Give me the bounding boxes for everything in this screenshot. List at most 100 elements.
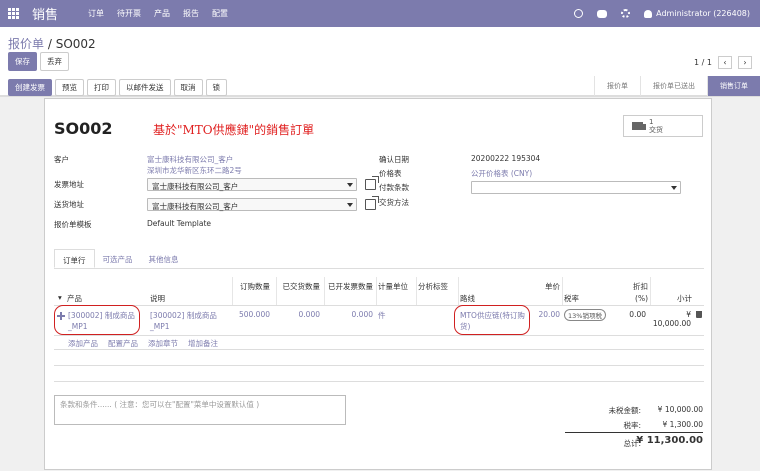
breadcrumb: 报价单 / SO002 [8,35,96,52]
col-delivered-qty[interactable]: 已交货数量 [274,281,321,292]
tab-order-lines[interactable]: 订单行 [54,249,95,268]
user-menu[interactable]: Administrator (226408) [644,9,750,18]
stage-quotation-sent[interactable]: 报价单已送出 [640,76,707,96]
chevron-down-icon [347,203,353,207]
row-description[interactable]: [300002] 制成商品_MP1 [150,310,220,332]
template-label: 报价单模板 [54,220,92,229]
untaxed-label: 未税金额: [608,406,641,415]
row-ordered-qty[interactable]: 500.000 [226,310,270,319]
col-discount[interactable]: 折扣 (%) [614,281,648,305]
col-uom[interactable]: 计量单位 [378,281,408,292]
col-subtotal[interactable]: 小计 [652,293,692,304]
totals-divider [565,432,703,433]
menu-to-invoice[interactable]: 待开票 [117,8,141,19]
stage-quotation[interactable]: 报价单 [594,76,640,96]
discard-button[interactable]: 丢弃 [40,52,69,71]
clock-icon[interactable] [574,9,584,18]
add-section-link[interactable]: 添加章节 [148,338,178,349]
row-discount[interactable]: 0.00 [614,310,646,319]
cancel-button[interactable]: 取消 [173,79,203,96]
menu-reporting[interactable]: 报告 [183,8,199,19]
annotation-highlight-route [454,305,530,335]
trash-icon[interactable] [696,311,702,318]
delivery-count: 1 [649,118,654,126]
menu-products[interactable]: 产品 [154,8,170,19]
template-value[interactable]: Default Template [147,219,211,228]
chat-icon[interactable] [597,9,608,18]
order-name: SO002 [54,119,113,138]
preview-button[interactable]: 预览 [55,79,84,96]
stage-bar: 报价单 报价单已送出 销售订单 [594,76,760,96]
breadcrumb-separator: / [47,37,52,51]
external-link-icon[interactable] [365,196,379,210]
col-divider [650,277,651,305]
save-button[interactable]: 保存 [8,52,37,71]
gear-icon[interactable] [621,9,631,18]
breadcrumb-parent[interactable]: 报价单 [8,37,44,51]
col-description[interactable]: 说明 [150,293,165,304]
invoice-address-label: 发票地址 [54,180,84,189]
terms-note-field[interactable]: 条款和条件...... ( 注意：您可以在"配置"菜单中设置默认值 ) [54,395,346,425]
col-divider [324,277,325,305]
row-divider [54,335,704,336]
customer-value[interactable]: 富士康科技有限公司_客户 [147,154,233,165]
create-invoice-button[interactable]: 创建发票 [8,79,52,96]
lock-button[interactable]: 锁 [205,79,227,96]
delivery-address-value: 富士康科技有限公司_客户 [152,202,239,211]
row-tax-tag[interactable]: 13%销项税 [564,309,606,321]
pager-value[interactable]: 1 / 1 [694,58,712,67]
row-uom[interactable]: 件 [378,310,386,321]
date-value[interactable]: 20200222 195304 [471,154,540,163]
row-invoiced-qty[interactable]: 0.000 [322,310,373,319]
col-route[interactable]: 路线 [460,293,475,304]
pager-previous-icon[interactable]: ‹ [718,56,732,69]
pager-next-icon[interactable]: › [738,56,752,69]
delivery-address-select[interactable]: 富士康科技有限公司_客户 [147,198,357,211]
col-divider [458,277,459,305]
col-unit-price[interactable]: 单价 [526,281,560,292]
col-product[interactable]: 产品 [67,293,82,304]
send-email-button[interactable]: 以邮件发送 [119,79,171,96]
col-divider [562,277,563,305]
print-button[interactable]: 打印 [87,79,116,96]
row-divider [54,349,704,350]
col-invoiced-qty[interactable]: 已开发票数量 [322,281,373,292]
untaxed-value: ¥ 10,000.00 [657,405,703,414]
annotation-title: 基於"MTO供應鏈"的銷售訂單 [153,123,315,137]
delivery-label: 交货 [649,126,663,134]
col-analytic-tags[interactable]: 分析标签 [418,281,448,292]
pager: 1 / 1 ‹ › [694,56,752,69]
menu-configuration[interactable]: 配置 [212,8,228,19]
row-divider [54,381,704,382]
truck-icon [632,122,646,130]
chevron-down-icon [347,183,353,187]
pricelist-value[interactable]: 公开价格表 (CNY) [471,168,532,179]
external-link-icon[interactable] [365,176,379,190]
delivery-smart-button[interactable]: 1 交货 [623,115,703,137]
col-divider [416,277,417,305]
app-title[interactable]: 销售 [32,4,58,23]
add-note-link[interactable]: 增加备注 [188,338,218,349]
payment-terms-select[interactable] [471,181,681,194]
tab-optional-products[interactable]: 可选产品 [95,249,141,268]
tab-other-info[interactable]: 其他信息 [141,249,187,268]
menu-orders[interactable]: 订单 [88,8,104,19]
row-delivered-qty[interactable]: 0.000 [274,310,320,319]
configure-product-link[interactable]: 配置产品 [108,338,138,349]
total-label: 总计: [623,439,641,448]
row-divider [54,365,704,366]
add-product-link[interactable]: 添加产品 [68,338,98,349]
row-unit-price[interactable]: 20.00 [526,310,560,319]
invoice-address-value: 富士康科技有限公司_客户 [152,182,239,191]
apps-menu-icon[interactable] [8,7,20,20]
payment-terms-label: 付款条款 [379,183,409,192]
invoice-address-select[interactable]: 富士康科技有限公司_客户 [147,178,357,191]
user-icon [644,9,653,18]
tax-value: ¥ 1,300.00 [662,420,703,429]
col-taxes[interactable]: 税率 [564,293,579,304]
top-navbar: 销售 订单 待开票 产品 报告 配置 Administrator (226408… [0,0,760,27]
stage-sales-order[interactable]: 销售订单 [707,76,760,96]
annotation-highlight-product [54,305,140,335]
col-divider [276,277,277,305]
header-divider [54,305,704,306]
